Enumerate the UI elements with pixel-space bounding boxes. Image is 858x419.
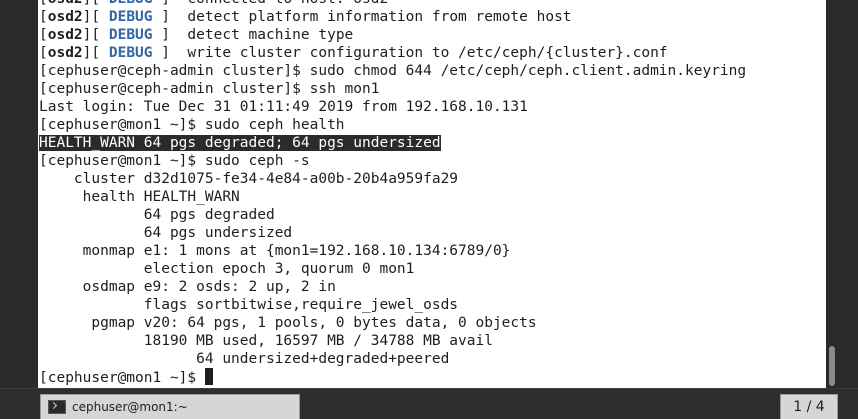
terminal-line: 64 pgs degraded [39, 206, 746, 224]
terminal-scrollbar-track[interactable] [826, 0, 838, 388]
terminal-text: 64 undersized+degraded+peered [39, 351, 450, 367]
log-level-label: DEBUG [100, 9, 162, 25]
terminal-icon [48, 400, 66, 414]
terminal-line: [cephuser@mon1 ~]$ sudo ceph health [39, 116, 746, 134]
desktop: [osd2][ DEBUG ] connected to host: osd2[… [0, 0, 858, 419]
terminal-text: 64 pgs undersized [39, 225, 293, 241]
terminal-cursor [204, 368, 213, 385]
terminal-text: [ [39, 9, 48, 25]
terminal-line: health HEALTH_WARN [39, 188, 746, 206]
terminal-text: pgmap v20: 64 pgs, 1 pools, 0 bytes data… [39, 315, 537, 331]
terminal-scrollbar-thumb[interactable] [829, 346, 835, 386]
terminal-line: [osd2][ DEBUG ] connected to host: osd2 [39, 0, 746, 8]
selected-text: HEALTH_WARN 64 pgs degraded; 64 pgs unde… [39, 135, 441, 151]
host-label: osd2 [48, 0, 83, 7]
terminal-line: [cephuser@mon1 ~]$ [39, 368, 746, 386]
terminal-line: HEALTH_WARN 64 pgs degraded; 64 pgs unde… [39, 134, 746, 152]
terminal-text: election epoch 3, quorum 0 mon1 [39, 261, 415, 277]
terminal-line: election epoch 3, quorum 0 mon1 [39, 260, 746, 278]
terminal-output[interactable]: [osd2][ DEBUG ] connected to host: osd2[… [39, 0, 746, 386]
terminal-text: ] connected to host: osd2 [161, 0, 388, 7]
taskbar-window-title: cephuser@mon1:~ [72, 400, 188, 414]
terminal-line: flags sortbitwise,require_jewel_osds [39, 296, 746, 314]
host-label: osd2 [47, 45, 83, 61]
terminal-text: [ [39, 45, 48, 61]
terminal-text: 18190 MB used, 16597 MB / 34788 MB avail [39, 333, 493, 349]
log-level-label: DEBUG [100, 0, 161, 7]
log-level-label: DEBUG [100, 27, 162, 43]
terminal-text: [cephuser@mon1 ~]$ sudo ceph health [39, 117, 345, 133]
terminal-line: [osd2][ DEBUG ] write cluster configurat… [39, 44, 746, 62]
terminal-text: [cephuser@ceph-admin cluster]$ ssh mon1 [39, 81, 380, 97]
taskbar-window-button[interactable]: cephuser@mon1:~ [40, 394, 300, 419]
log-level-label: DEBUG [100, 45, 162, 61]
taskbar: cephuser@mon1:~ 1 / 4 [0, 388, 858, 419]
terminal-text: ][ [82, 45, 101, 61]
terminal-line: pgmap v20: 64 pgs, 1 pools, 0 bytes data… [39, 314, 746, 332]
terminal-text: ][ [83, 0, 100, 7]
terminal-line: 18190 MB used, 16597 MB / 34788 MB avail [39, 332, 746, 350]
terminal-line: osdmap e9: 2 osds: 2 up, 2 in [39, 278, 746, 296]
terminal-text: [ [39, 27, 48, 43]
terminal-text: [cephuser@mon1 ~]$ sudo ceph -s [39, 153, 310, 169]
terminal-text: health HEALTH_WARN [39, 189, 240, 205]
terminal-text: ][ [82, 27, 101, 43]
terminal-text: [cephuser@mon1 ~]$ [39, 370, 205, 386]
terminal-line: 64 undersized+degraded+peered [39, 350, 746, 368]
terminal-window[interactable]: [osd2][ DEBUG ] connected to host: osd2[… [38, 0, 826, 388]
terminal-text: ][ [82, 9, 101, 25]
terminal-text: monmap e1: 1 mons at {mon1=192.168.10.13… [39, 243, 511, 259]
terminal-text: ] detect platform information from remot… [161, 9, 572, 25]
terminal-text: ] detect machine type [161, 27, 354, 43]
terminal-text: [cephuser@ceph-admin cluster]$ sudo chmo… [39, 63, 747, 79]
host-label: osd2 [47, 27, 83, 43]
window-edge [838, 0, 858, 388]
terminal-text: flags sortbitwise,require_jewel_osds [39, 297, 459, 313]
terminal-text: 64 pgs degraded [39, 207, 275, 223]
terminal-text: [ [39, 0, 48, 7]
terminal-text: osdmap e9: 2 osds: 2 up, 2 in [39, 279, 336, 295]
terminal-line: [cephuser@ceph-admin cluster]$ ssh mon1 [39, 80, 746, 98]
terminal-text: Last login: Tue Dec 31 01:11:49 2019 fro… [39, 99, 528, 115]
terminal-line: monmap e1: 1 mons at {mon1=192.168.10.13… [39, 242, 746, 260]
terminal-text: cluster d32d1075-fe34-4e84-a00b-20b4a959… [39, 171, 459, 187]
host-label: osd2 [47, 9, 83, 25]
workspace-indicator[interactable]: 1 / 4 [780, 394, 838, 419]
terminal-line: Last login: Tue Dec 31 01:11:49 2019 fro… [39, 98, 746, 116]
terminal-line: [osd2][ DEBUG ] detect platform informat… [39, 8, 746, 26]
terminal-line: [cephuser@mon1 ~]$ sudo ceph -s [39, 152, 746, 170]
terminal-text: ] write cluster configuration to /etc/ce… [161, 45, 668, 61]
terminal-line: [osd2][ DEBUG ] detect machine type [39, 26, 746, 44]
terminal-line: 64 pgs undersized [39, 224, 746, 242]
terminal-line: [cephuser@ceph-admin cluster]$ sudo chmo… [39, 62, 746, 80]
terminal-line: cluster d32d1075-fe34-4e84-a00b-20b4a959… [39, 170, 746, 188]
